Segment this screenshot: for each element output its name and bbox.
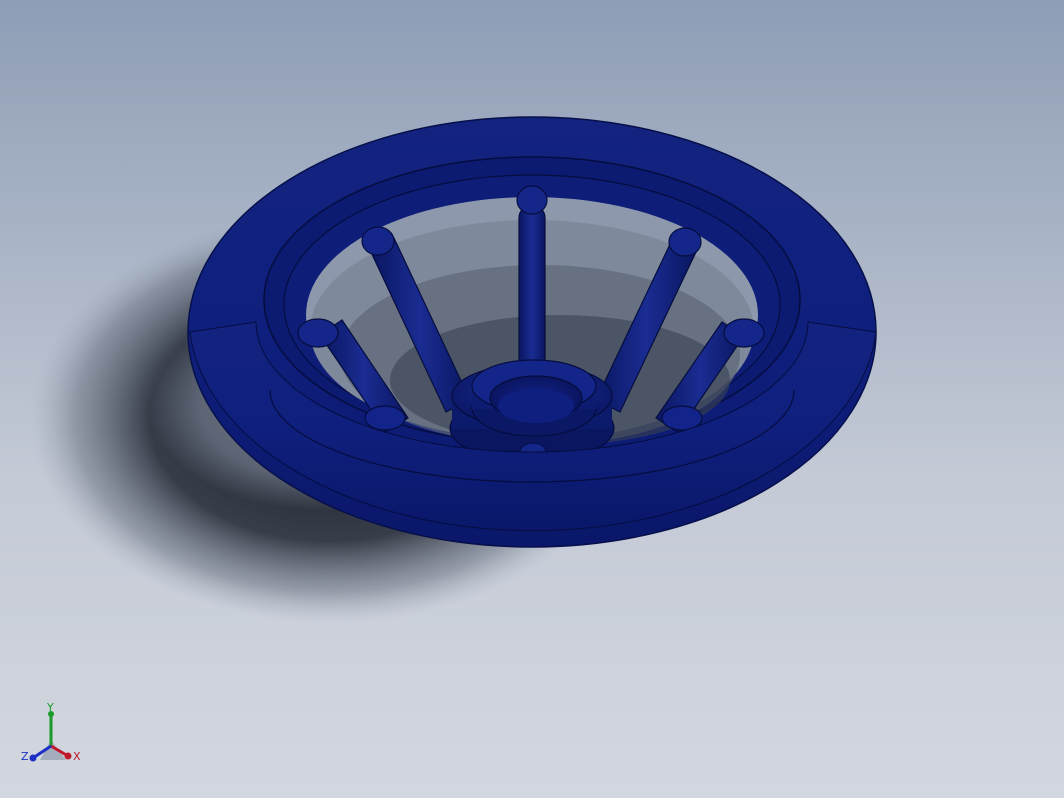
z-axis-label: Z (21, 750, 29, 763)
spoke-front-left (364, 405, 406, 431)
y-axis-label: Y (46, 702, 54, 714)
spoke-back (516, 185, 548, 381)
z-axis-tip (29, 754, 37, 762)
3d-viewport[interactable]: Y X Z (0, 0, 1064, 798)
x-axis-label: X (73, 750, 81, 763)
hub[interactable] (449, 359, 615, 463)
model-canvas[interactable] (0, 0, 1064, 798)
orientation-triad[interactable]: Y X Z (18, 702, 88, 772)
triad-body (29, 711, 72, 762)
x-axis-tip (64, 752, 72, 760)
